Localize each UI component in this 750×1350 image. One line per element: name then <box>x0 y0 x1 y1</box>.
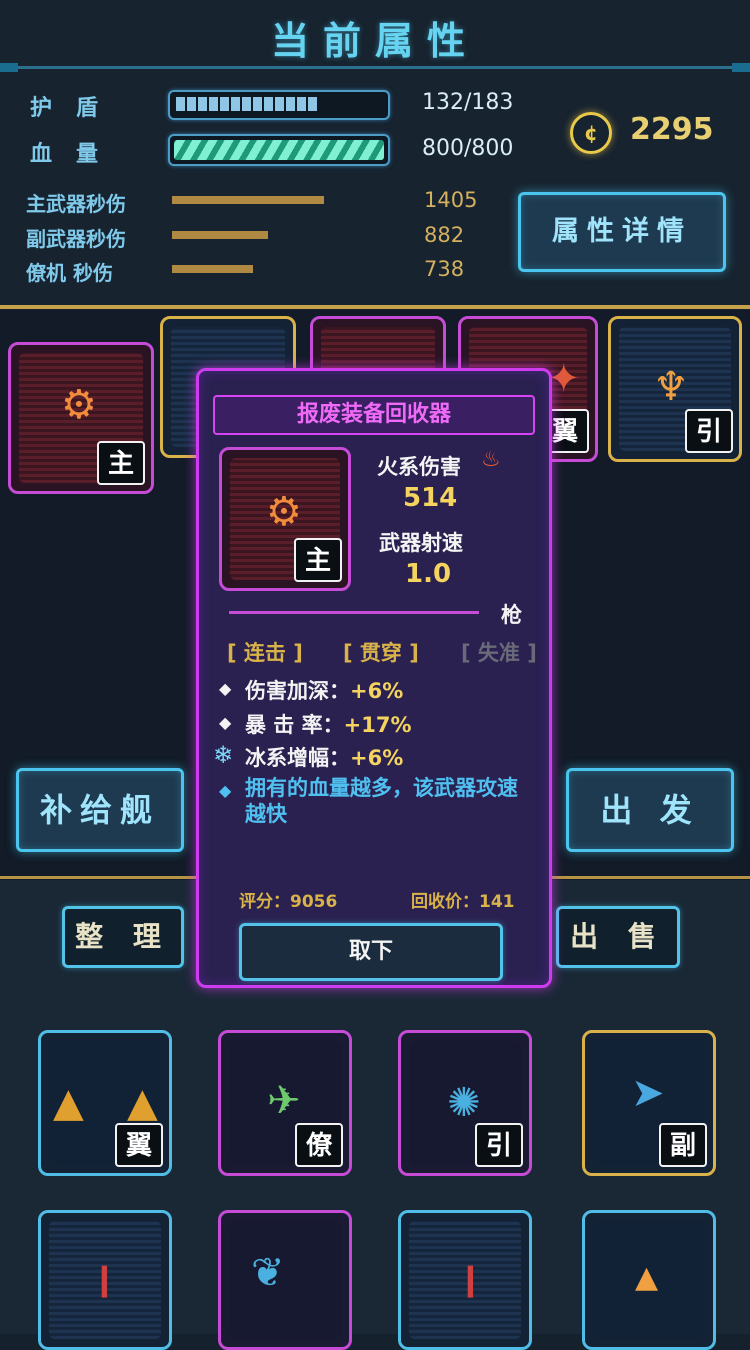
coin-icon: ¢ <box>570 112 612 154</box>
popup-item-slot: ⚙ 主 <box>219 447 351 591</box>
depart-button[interactable]: 出 发 <box>566 768 734 852</box>
dps-wing-bar <box>172 265 253 273</box>
slot-tag: 主 <box>294 538 342 582</box>
hp-label: 血 量 <box>30 142 100 167</box>
ship-icon: ❙ <box>91 1260 118 1298</box>
shield-segment <box>198 97 207 111</box>
shield-segment <box>286 97 295 111</box>
slot-tag: 副 <box>659 1123 707 1167</box>
shield-segment <box>297 97 306 111</box>
ship-icon: ✈ <box>267 1078 301 1124</box>
shield-segment <box>209 97 218 111</box>
ship-icon: ❦ <box>251 1250 285 1296</box>
inventory-slot[interactable]: ❙ <box>398 1210 532 1350</box>
damage-label: 火系伤害 <box>377 455 461 479</box>
item-detail-popup: 报废装备回收器 ⚙ 主 火系伤害 ♨ 514 武器射速 1.0 枪 [ 连击 ]… <box>196 368 552 988</box>
special-effect: 拥有的血量越多，该武器攻速越快 <box>245 776 518 826</box>
ship-icon: ▲ <box>53 1080 84 1126</box>
inventory-slot[interactable]: ✈ 僚 <box>218 1030 352 1176</box>
supply-ship-button[interactable]: 补给舰 <box>16 768 184 852</box>
hp-bar <box>168 134 390 166</box>
shield-segment <box>275 97 284 111</box>
ship-icon: ▲ <box>635 1260 659 1295</box>
shield-segment <box>308 97 317 111</box>
item-score: 评分：9056 <box>239 892 338 912</box>
ship-icon: ❙ <box>457 1260 484 1298</box>
inventory-slot[interactable]: ➤ 副 <box>582 1030 716 1176</box>
trait-pierce: [ 贯穿 ] <box>343 641 419 665</box>
ship-icon: ✺ <box>447 1080 481 1126</box>
shield-segment <box>264 97 273 111</box>
ship-icon: ⚙ <box>266 489 302 535</box>
shield-label: 护 盾 <box>30 96 100 121</box>
page-title: 当前属性 <box>270 19 479 63</box>
dps-sub-label: 副武器秒伤 <box>26 227 126 251</box>
shield-segment <box>187 97 196 111</box>
slot-tag: 引 <box>685 409 733 453</box>
sell-button[interactable]: 出 售 <box>556 906 680 968</box>
diamond-icon: ◆ <box>219 713 232 732</box>
coin-value: 2295 <box>630 112 714 147</box>
attr-damage-boost: 伤害加深：+6% <box>245 679 404 703</box>
attr-damage-boost-value: +6% <box>350 679 404 703</box>
remove-button[interactable]: 取下 <box>239 923 503 981</box>
trait-combo: [ 连击 ] <box>227 641 303 665</box>
fire-icon: ♨ <box>481 447 501 472</box>
attr-crit-rate-value: +17% <box>343 713 412 737</box>
equipped-slot-engine[interactable]: ♆ 引 <box>608 316 742 462</box>
dps-wing-value: 738 <box>424 257 465 281</box>
slot-tag: 翼 <box>115 1123 163 1167</box>
hp-bar-fill <box>174 140 384 160</box>
snowflake-icon: ❄ <box>213 741 234 769</box>
fire-rate-value: 1.0 <box>405 559 452 589</box>
ship-icon: ♆ <box>653 364 689 410</box>
attr-ice-boost: 冰系增幅：+6% <box>245 746 404 770</box>
shield-segment <box>220 97 229 111</box>
damage-value: 514 <box>403 483 458 513</box>
dps-main-value: 1405 <box>424 188 478 212</box>
inventory-slot[interactable]: ❙ <box>38 1210 172 1350</box>
slot-tag: 僚 <box>295 1123 343 1167</box>
sort-button[interactable]: 整 理 <box>62 906 184 968</box>
slot-tag: 主 <box>97 441 145 485</box>
trait-miss: [ 失准 ] <box>461 641 537 665</box>
diamond-icon: ◆ <box>219 781 232 800</box>
diamond-icon: ◆ <box>219 679 232 698</box>
ship-icon: ✦ <box>547 356 581 402</box>
popup-title: 报废装备回收器 <box>296 402 451 427</box>
shield-value: 132/183 <box>422 90 514 115</box>
attr-ice-boost-value: +6% <box>350 746 404 770</box>
dps-sub-value: 882 <box>424 223 465 247</box>
inventory-slot[interactable]: ▲ <box>582 1210 716 1350</box>
recycle-price: 回收价：141 <box>411 892 515 912</box>
dps-sub-bar <box>172 231 268 239</box>
ship-icon: ▲ <box>127 1080 158 1126</box>
shield-segment <box>253 97 262 111</box>
attribute-detail-button[interactable]: 属性详情 <box>518 192 726 272</box>
inventory-slot[interactable]: ✺ 引 <box>398 1030 532 1176</box>
weapon-type: 枪 <box>501 603 522 627</box>
dps-wing-label: 僚机 秒伤 <box>26 261 113 285</box>
shield-segment <box>176 97 185 111</box>
shield-segment <box>242 97 251 111</box>
inventory-slot[interactable]: ❦ <box>218 1210 352 1350</box>
hp-value: 800/800 <box>422 136 514 161</box>
dps-main-label: 主武器秒伤 <box>26 192 126 216</box>
dps-main-bar <box>172 196 324 204</box>
popup-title-bar: 报废装备回收器 <box>213 395 535 435</box>
shield-bar <box>168 90 390 120</box>
ship-icon: ⚙ <box>61 382 97 428</box>
equipped-slot-main[interactable]: ⚙ 主 <box>8 342 154 494</box>
shield-segment <box>231 97 240 111</box>
popup-divider <box>229 611 479 614</box>
ship-icon: ➤ <box>631 1070 665 1116</box>
fire-rate-label: 武器射速 <box>379 531 463 555</box>
attr-crit-rate: 暴 击 率：+17% <box>245 713 412 737</box>
inventory-slot[interactable]: ▲ ▲ 翼 <box>38 1030 172 1176</box>
slot-tag: 引 <box>475 1123 523 1167</box>
title-divider <box>0 63 750 72</box>
section-divider <box>0 305 750 309</box>
